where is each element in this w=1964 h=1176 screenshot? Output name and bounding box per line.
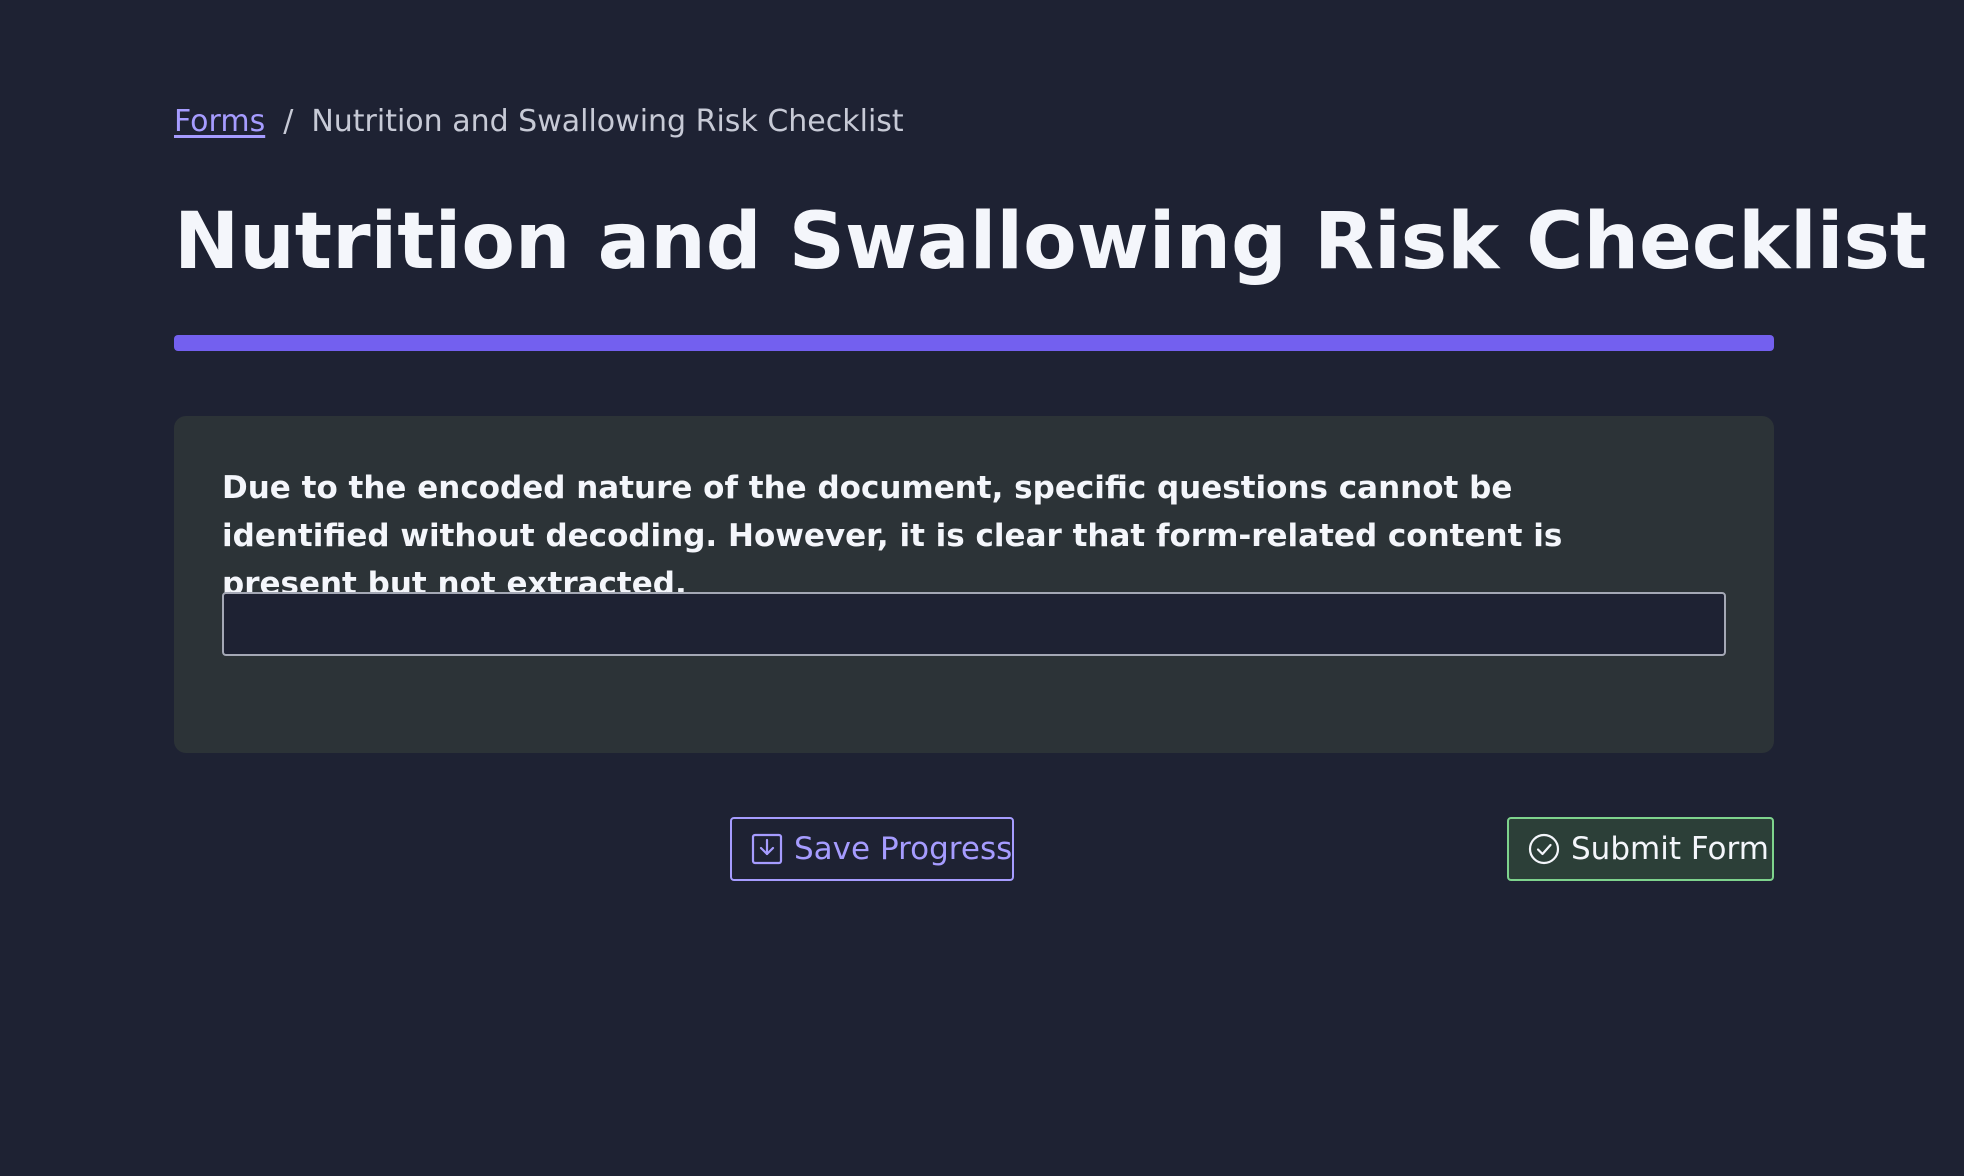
breadcrumb: Forms / Nutrition and Swallowing Risk Ch… (174, 100, 904, 142)
question-text: Due to the encoded nature of the documen… (222, 470, 1563, 602)
breadcrumb-separator: / (283, 103, 294, 139)
breadcrumb-link-forms[interactable]: Forms (174, 104, 265, 139)
breadcrumb-current: Nutrition and Swallowing Risk Checklist (311, 103, 904, 139)
title-accent-bar (174, 335, 1774, 351)
submit-form-label: Submit Form (1571, 831, 1769, 867)
submit-form-button[interactable]: Submit Form (1507, 817, 1774, 881)
question-card: Due to the encoded nature of the documen… (174, 416, 1774, 753)
page-title: Nutrition and Swallowing Risk Checklist (174, 197, 1928, 287)
save-progress-label: Save Progress (794, 831, 1013, 867)
answer-input[interactable] (222, 592, 1726, 656)
check-circle-icon (1527, 832, 1561, 866)
save-download-icon (750, 832, 784, 866)
save-progress-button[interactable]: Save Progress (730, 817, 1014, 881)
